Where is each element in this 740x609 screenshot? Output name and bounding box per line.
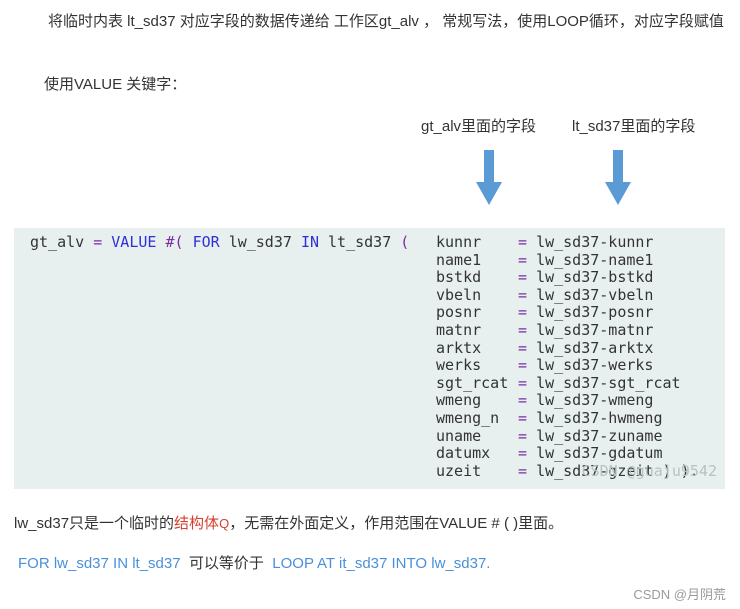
target-field: matnr [436,320,482,339]
source-field: lw_sd37-posnr [536,303,654,322]
equivalence-line: FOR lw_sd37 IN lt_sd37 可以等价于 LOOP AT it_… [18,553,490,575]
code-watermark: CSDN @guaju9542 [581,462,717,481]
for-statement: FOR lw_sd37 IN lt_sd37 [18,555,181,572]
label-gt-alv-fields: gt_alv里面的字段 [421,118,537,135]
target-field: kunnr [436,233,482,251]
source-field: lw_sd37-kunnr [536,233,654,251]
field-mapping-row: kunnr = lw_sd37-kunnr [436,233,699,252]
label-lt-sd37-fields: lt_sd37里面的字段 [572,118,696,135]
source-field: lw_sd37-wmeng [536,391,654,410]
field-mapping-row: bstkd = lw_sd37-bstkd [436,268,699,287]
search-icon[interactable]: Q [219,516,229,531]
field-mapping-row: sgt_rcat = lw_sd37-sgt_rcat [436,373,699,393]
target-field: bstkd [436,268,482,287]
value-intro: 使用VALUE 关键字： [44,76,187,93]
assign-operator: = [518,338,528,357]
field-mapping-row: wmeng = lw_sd37-wmeng [436,392,699,410]
source-field: lw_sd37-matnr [536,320,654,339]
assign-operator: = [518,320,528,339]
assign-operator: = [518,391,528,410]
code-table: lt_sd37 [328,233,392,251]
target-field: posnr [436,303,482,322]
code-in-keyword: IN [300,233,319,251]
csdn-watermark: CSDN @月阴荒 [633,587,726,602]
assign-operator: = [518,444,528,463]
intro-paragraph: 将临时内表 lt_sd37 对应字段的数据传递给 工作区gt_alv ， 常规写… [48,13,724,30]
assign-operator: = [518,426,528,445]
assign-operator: = [518,268,528,287]
field-mapping-row: uname = lw_sd37-zuname [436,426,699,446]
assign-operator: = [518,233,528,251]
assign-operator: = [518,356,528,375]
target-field: wmeng [436,391,482,410]
assign-operator: = [518,408,528,427]
field-mapping-row: vbeln = lw_sd37-vbeln [436,285,699,305]
target-field: sgt_rcat [436,373,509,392]
field-mapping-row: wmeng_n = lw_sd37-hwmeng [436,408,699,428]
target-field: uname [436,426,482,445]
code-var: lw_sd37 [228,233,292,251]
source-field: lw_sd37-arktx [536,338,654,357]
note-paragraph: lw_sd37只是一个临时的结构体Q，无需在外面定义，作用范围在VALUE # … [14,513,563,535]
note-text-after: ，无需在外面定义，作用范围在VALUE # ( )里面。 [229,515,564,532]
target-field: werks [436,356,482,375]
field-mapping-row: matnr = lw_sd37-matnr [436,320,699,340]
code-header-line: gt_alv = VALUE #( FOR lw_sd37 IN lt_sd37… [30,233,410,252]
source-field: lw_sd37-name1 [536,250,654,269]
loop-statement: LOOP AT it_sd37 INTO lw_sd37. [272,555,491,572]
target-field: arktx [436,338,482,357]
code-eq: = [93,233,103,251]
field-mapping-row: name1 = lw_sd37-name1 [436,250,699,270]
field-mapping-row: werks = lw_sd37-werks [436,356,699,375]
field-mapping-row: datumx = lw_sd37-gdatum [436,444,699,463]
assign-operator: = [518,461,528,480]
target-field: uzeit [436,461,482,480]
target-field: name1 [436,250,482,269]
field-mapping-row: posnr = lw_sd37-posnr [436,304,699,322]
assign-operator: = [518,373,528,392]
equivalence-text: 可以等价于 [188,555,264,572]
code-value-keyword: VALUE [111,233,157,251]
note-text-before: lw_sd37只是一个临时的 [14,515,175,532]
down-arrow-icon [605,150,631,205]
code-for-keyword: FOR [192,233,220,251]
source-field: lw_sd37-vbeln [536,285,654,304]
source-field: lw_sd37-gdatum [536,444,663,463]
field-mapping-row: arktx = lw_sd37-arktx [436,338,699,358]
target-field: datumx [436,444,491,463]
structure-link[interactable]: 结构体 [174,515,219,532]
code-hash-paren: #( [165,233,184,251]
source-field: lw_sd37-zuname [536,426,663,445]
source-field: lw_sd37-sgt_rcat [536,373,681,392]
assign-operator: = [518,303,528,322]
target-field: vbeln [436,285,482,304]
code-block: gt_alv = VALUE #( FOR lw_sd37 IN lt_sd37… [14,228,725,489]
assign-operator: = [518,285,528,304]
field-mapping-list: kunnr = lw_sd37-kunnr name1 = lw_sd37-name1… [436,233,699,480]
code-open-paren: ( [400,233,410,251]
down-arrow-icon [476,150,502,205]
code-target: gt_alv [30,233,85,251]
target-field: wmeng_n [436,408,500,427]
source-field: lw_sd37-werks [536,356,654,375]
source-field: lw_sd37-bstkd [536,268,654,287]
source-field: lw_sd37-hwmeng [536,408,663,427]
assign-operator: = [518,250,528,269]
